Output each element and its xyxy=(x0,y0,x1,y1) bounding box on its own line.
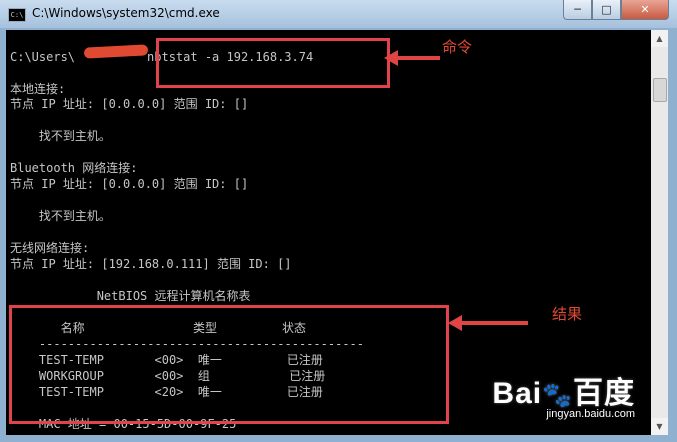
console-line: 节点 IP 址址: [192.168.0.111] 范围 ID: [] xyxy=(10,257,292,271)
window-controls: ─ □ ✕ xyxy=(563,0,669,20)
baidu-logo: Bai🐾百度 xyxy=(492,377,635,410)
minimize-button[interactable]: ─ xyxy=(563,0,592,20)
console-line: 本地连接: xyxy=(10,82,66,96)
command-annotation: 命令 xyxy=(442,38,473,56)
maximize-button[interactable]: □ xyxy=(592,0,621,20)
baidu-watermark: Bai🐾百度 jingyan.baidu.com xyxy=(492,368,635,420)
command-highlight-box xyxy=(156,38,390,88)
window-title: C:\Windows\system32\cmd.exe xyxy=(32,6,220,20)
close-button[interactable]: ✕ xyxy=(621,0,669,20)
scroll-thumb[interactable] xyxy=(653,78,667,102)
scroll-up-arrow-icon[interactable]: ▲ xyxy=(651,30,668,47)
result-highlight-box xyxy=(9,305,449,424)
prompt-path: C:\Users\ xyxy=(10,50,76,64)
title-bar[interactable]: C:\ C:\Windows\system32\cmd.exe ─ □ ✕ xyxy=(0,0,677,28)
console-line: 无线网络连接: xyxy=(10,241,90,255)
cmd-icon: C:\ xyxy=(8,8,26,22)
cmd-window: C:\ C:\Windows\system32\cmd.exe ─ □ ✕ C:… xyxy=(0,0,677,442)
console-line: Bluetooth 网络连接: xyxy=(10,161,138,175)
vertical-scrollbar[interactable]: ▲ ▼ xyxy=(651,30,668,435)
console-line: 节点 IP 址址: [0.0.0.0] 范围 ID: [] xyxy=(10,177,249,191)
console-line: 找不到主机。 xyxy=(10,209,111,223)
console-line: 找不到主机。 xyxy=(10,129,111,143)
console-line: 节点 IP 址址: [0.0.0.0] 范围 ID: [] xyxy=(10,97,249,111)
result-arrow-icon xyxy=(448,315,528,331)
command-arrow-icon xyxy=(384,50,440,66)
scroll-down-arrow-icon[interactable]: ▼ xyxy=(651,418,668,435)
console-line: NetBIOS 远程计算机名称表 xyxy=(10,289,251,303)
result-annotation: 结果 xyxy=(552,305,583,323)
